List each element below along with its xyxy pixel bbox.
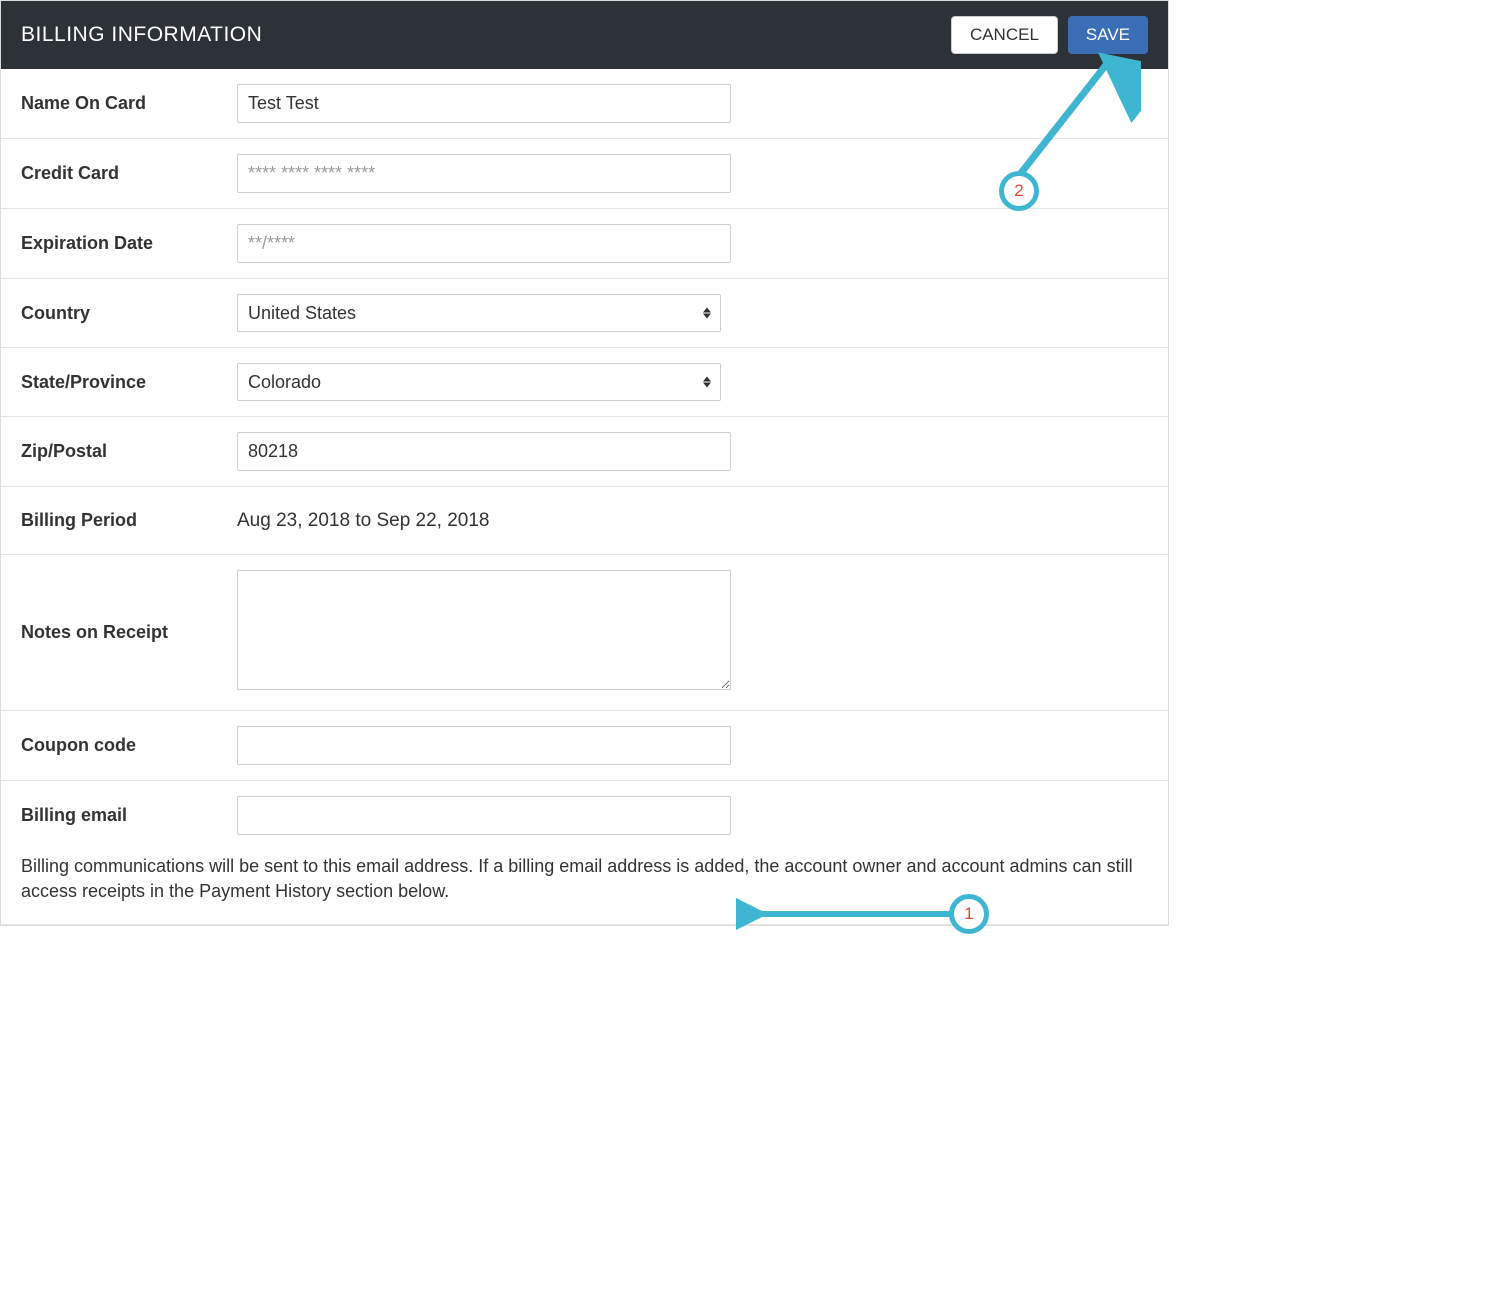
label-state-province: State/Province	[21, 372, 237, 393]
row-name-on-card: Name On Card	[1, 69, 1168, 139]
panel-title: BILLING INFORMATION	[21, 23, 262, 47]
billing-form-panel: BILLING INFORMATION CANCEL SAVE Name On …	[0, 0, 1169, 926]
state-province-select[interactable]: Colorado	[237, 363, 721, 401]
row-billing-email: Billing email	[1, 781, 1168, 850]
row-billing-period: Billing Period Aug 23, 2018 to Sep 22, 2…	[1, 487, 1168, 555]
label-zip-postal: Zip/Postal	[21, 441, 237, 462]
row-zip-postal: Zip/Postal	[1, 417, 1168, 487]
row-country: Country United States	[1, 279, 1168, 348]
label-expiration-date: Expiration Date	[21, 233, 237, 254]
row-state-province: State/Province Colorado	[1, 348, 1168, 417]
label-billing-email: Billing email	[21, 805, 237, 826]
coupon-code-input[interactable]	[237, 726, 731, 765]
name-on-card-input[interactable]	[237, 84, 731, 123]
billing-email-input[interactable]	[237, 796, 731, 835]
label-credit-card: Credit Card	[21, 163, 237, 184]
billing-email-help-text: Billing communications will be sent to t…	[1, 850, 1168, 925]
billing-period-value: Aug 23, 2018 to Sep 22, 2018	[237, 510, 490, 532]
label-coupon-code: Coupon code	[21, 735, 237, 756]
credit-card-input[interactable]	[237, 154, 731, 193]
header-buttons: CANCEL SAVE	[951, 16, 1148, 54]
row-notes-on-receipt: Notes on Receipt	[1, 555, 1168, 711]
cancel-button[interactable]: CANCEL	[951, 16, 1058, 54]
save-button[interactable]: SAVE	[1068, 16, 1148, 54]
form-body: Name On Card Credit Card Expiration Date…	[1, 69, 1168, 925]
panel-header: BILLING INFORMATION CANCEL SAVE	[1, 1, 1168, 69]
label-billing-period: Billing Period	[21, 510, 237, 531]
expiration-date-input[interactable]	[237, 224, 731, 263]
notes-on-receipt-textarea[interactable]	[237, 570, 731, 690]
label-name-on-card: Name On Card	[21, 93, 237, 114]
row-credit-card: Credit Card	[1, 139, 1168, 209]
label-notes-on-receipt: Notes on Receipt	[21, 622, 237, 643]
zip-postal-input[interactable]	[237, 432, 731, 471]
row-coupon-code: Coupon code	[1, 711, 1168, 781]
label-country: Country	[21, 303, 237, 324]
row-expiration-date: Expiration Date	[1, 209, 1168, 279]
country-select[interactable]: United States	[237, 294, 721, 332]
